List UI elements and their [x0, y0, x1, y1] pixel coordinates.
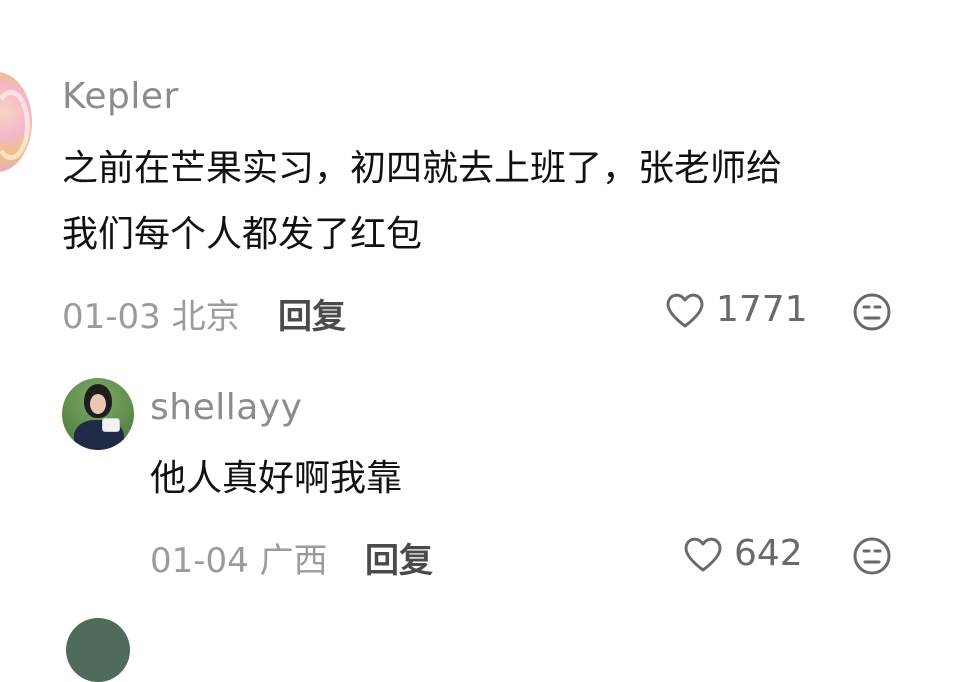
- comment-date-location: 01-04 广西: [150, 541, 328, 581]
- comment-date-location: 01-03 北京: [62, 297, 240, 337]
- meh-face-icon: [853, 537, 891, 575]
- comment-text: 他人真好啊我靠: [150, 458, 403, 499]
- avatar-phone: [102, 418, 120, 432]
- meh-face-icon: [853, 293, 891, 331]
- reply-button[interactable]: 回复: [365, 533, 433, 582]
- comment-text: 之前在芒果实习，初四就去上班了，张老师给 我们每个人都发了红包: [62, 148, 783, 255]
- like-count: 1771: [716, 289, 808, 330]
- avatar-kepler[interactable]: [0, 72, 32, 172]
- avatar-decoration: [0, 90, 30, 160]
- avatar-face: [90, 394, 106, 414]
- reply-button[interactable]: 回复: [278, 289, 346, 338]
- like-button[interactable]: 1771: [664, 289, 808, 330]
- dislike-button[interactable]: [852, 292, 892, 332]
- heart-outline-icon: [684, 537, 722, 571]
- avatar-shellayy[interactable]: [62, 378, 134, 450]
- like-count: 642: [734, 533, 803, 574]
- dislike-button[interactable]: [852, 536, 892, 576]
- comment-username[interactable]: shellayy: [150, 387, 302, 428]
- heart-outline-icon: [666, 293, 704, 327]
- like-button[interactable]: 642: [682, 533, 803, 574]
- comment-username[interactable]: Kepler: [62, 76, 179, 117]
- avatar-next-comment[interactable]: [66, 618, 130, 682]
